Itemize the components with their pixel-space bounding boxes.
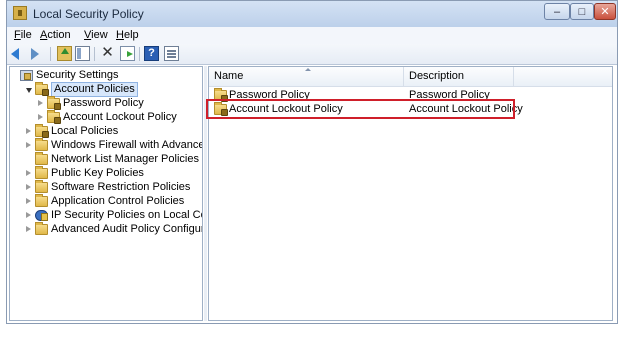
folder-icon <box>35 152 48 165</box>
forward-arrow-icon[interactable] <box>31 48 39 60</box>
show-hide-tree-icon[interactable] <box>75 46 90 61</box>
menu-help[interactable]: Help <box>116 29 139 41</box>
menu-action-label: ction <box>47 29 71 41</box>
highlight-box-account-lockout-policy <box>206 99 515 119</box>
folder-icon <box>35 166 48 179</box>
tree-item-label: Password Policy <box>63 97 144 109</box>
tree-item-password-policy[interactable]: Password Policy <box>10 96 202 111</box>
expand-arrow-icon[interactable] <box>26 198 31 204</box>
menu-view-label: iew <box>91 29 108 41</box>
menu-view[interactable]: View <box>84 29 108 41</box>
expand-arrow-icon[interactable] <box>26 142 31 148</box>
console-tree-pane[interactable]: Security Settings Account Policies Passwor… <box>9 66 203 321</box>
expand-arrow-icon[interactable] <box>26 184 31 190</box>
title-bar[interactable]: Local Security Policy – □ ✕ <box>7 1 617 28</box>
tree-item-label: Security Settings <box>36 69 119 81</box>
menu-file-label: ile <box>20 29 32 41</box>
folder-lock-icon <box>35 124 49 138</box>
tree-item-advanced-audit-policy-configuration[interactable]: Advanced Audit Policy Configuration <box>10 222 202 237</box>
security-policy-app-icon <box>13 6 27 20</box>
toolbar-separator <box>94 47 95 61</box>
menu-help-mnemonic: H <box>116 29 124 41</box>
local-security-policy-window: Local Security Policy – □ ✕ File Action … <box>6 0 618 324</box>
folder-icon <box>35 180 48 193</box>
menu-help-label: elp <box>123 29 139 41</box>
minimize-button[interactable]: – <box>544 3 570 20</box>
close-button[interactable]: ✕ <box>594 3 616 20</box>
expand-arrow-icon[interactable] <box>26 170 31 176</box>
expand-arrow-icon[interactable] <box>26 212 31 218</box>
expand-arrow-icon[interactable] <box>38 100 43 106</box>
tree-item-label: Software Restriction Policies <box>51 181 191 193</box>
help-icon[interactable]: ? <box>144 46 159 61</box>
menu-file[interactable]: File <box>14 29 32 41</box>
window-title: Local Security Policy <box>33 7 144 21</box>
tree-item-label: Local Policies <box>51 125 119 137</box>
folder-icon <box>35 138 48 151</box>
tree-item-label: Windows Firewall with Advanced Secu <box>51 139 202 151</box>
tree-item-windows-firewall-with-advanced-secu[interactable]: Windows Firewall with Advanced Secu <box>10 138 202 153</box>
tree-item-label: IP Security Policies on Local Compute <box>51 209 202 221</box>
folder-icon <box>35 222 48 235</box>
expand-arrow-icon[interactable] <box>26 226 31 232</box>
tree-item-label: Application Control Policies <box>51 195 185 207</box>
back-arrow-icon[interactable] <box>11 48 19 60</box>
toolbar-separator <box>50 47 51 61</box>
menu-file-mnemonic: F <box>14 29 21 41</box>
toolbar-separator <box>139 47 140 61</box>
tree-item-label: Account Lockout Policy <box>63 111 177 123</box>
list-header: Name Description <box>209 67 612 87</box>
tree-item-account-policies[interactable]: Account Policies <box>10 82 202 97</box>
folder-lock-icon <box>47 96 61 110</box>
tree-item-security-settings[interactable]: Security Settings <box>10 69 202 83</box>
tree-item-local-policies[interactable]: Local Policies <box>10 124 202 139</box>
folder-lock-icon <box>35 82 49 96</box>
maximize-button[interactable]: □ <box>570 3 594 20</box>
up-folder-icon[interactable] <box>57 46 72 61</box>
expand-arrow-icon[interactable] <box>26 128 31 134</box>
tree-item-software-restriction-policies[interactable]: Software Restriction Policies <box>10 180 202 195</box>
tree-item-label: Public Key Policies <box>51 167 144 179</box>
settings-icon <box>20 70 33 81</box>
export-list-icon[interactable] <box>120 46 135 61</box>
tree-item-public-key-policies[interactable]: Public Key Policies <box>10 166 202 181</box>
tree-item-network-list-manager-policies[interactable]: Network List Manager Policies <box>10 152 202 167</box>
menu-bar: File Action View Help <box>7 27 617 45</box>
ip-security-icon <box>35 210 48 221</box>
sort-ascending-icon <box>305 68 311 71</box>
tree-item-label: Advanced Audit Policy Configuration <box>51 223 202 235</box>
bottom-edge <box>6 324 618 342</box>
tree-item-label: Network List Manager Policies <box>51 153 199 165</box>
tree-item-ip-security-policies-on-local-compute[interactable]: IP Security Policies on Local Compute <box>10 209 202 223</box>
expand-arrow-icon[interactable] <box>38 114 43 120</box>
tree-item-label: Account Policies <box>51 82 138 97</box>
folder-icon <box>35 194 48 207</box>
tree-item-account-lockout-policy[interactable]: Account Lockout Policy <box>10 110 202 125</box>
folder-lock-icon <box>47 110 61 124</box>
column-header-description[interactable]: Description <box>404 67 514 86</box>
tree-item-application-control-policies[interactable]: Application Control Policies <box>10 194 202 209</box>
menu-action[interactable]: Action <box>40 29 71 41</box>
collapse-arrow-icon[interactable] <box>26 88 32 93</box>
toolbar: ✕ ? <box>7 44 617 65</box>
properties-icon[interactable] <box>164 46 179 61</box>
delete-icon[interactable]: ✕ <box>100 45 115 60</box>
